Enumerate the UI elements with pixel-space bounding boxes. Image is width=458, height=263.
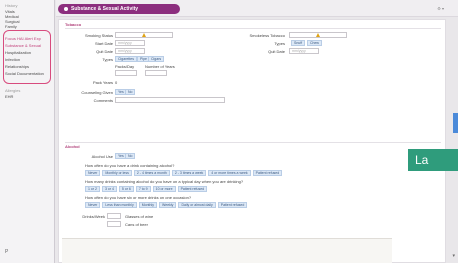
q1-option[interactable]: Patient refused — [252, 170, 283, 176]
sidebar-item-allergies[interactable]: Allergies — [5, 88, 20, 93]
page-title-text: Substance & Sexual Activity — [71, 6, 139, 12]
type-cigars-button[interactable]: Cigars — [148, 56, 165, 62]
q3-option[interactable]: Less than monthly — [102, 202, 137, 208]
quit-date-input-right[interactable]: mm/yyyy — [289, 48, 319, 54]
cans-beer-label: Cans of beer — [125, 222, 148, 227]
q3-option[interactable]: Weekly — [159, 202, 177, 208]
alcohol-no-button[interactable]: No — [125, 153, 136, 159]
counseling-no-button[interactable]: No — [125, 89, 136, 95]
sidebar-item-infection[interactable]: Infection — [5, 57, 20, 62]
q2-option[interactable]: 3 or 4 — [101, 186, 117, 192]
q3-option[interactable]: Monthly — [138, 202, 158, 208]
wine-input[interactable] — [107, 213, 121, 219]
comments-input[interactable] — [115, 97, 225, 103]
alcohol-section-title: Alcohol — [65, 144, 80, 149]
q2-option[interactable]: 1 or 2 — [85, 186, 100, 192]
pack-years-label: Pack Years — [92, 80, 113, 85]
sidebar-item-social-doc[interactable]: Social Documentation — [5, 71, 44, 76]
q2-option[interactable]: Patient refused — [177, 186, 208, 192]
types-label: Types — [102, 57, 113, 62]
alcohol-q2-options: 1 or 2 3 or 4 5 or 6 7 to 9 10 or more P… — [85, 186, 208, 192]
sidebar-item-focus[interactable]: Focus HAI Alert Exp — [5, 36, 41, 41]
tobacco-section-title: Tobacco — [65, 22, 82, 27]
start-date-label: Start Date — [94, 41, 113, 46]
counseling-label: Counseling Given — [81, 90, 113, 95]
q2-option[interactable]: 5 or 6 — [118, 186, 134, 192]
types-label-right: Types — [274, 41, 285, 46]
comments-label: Comments — [93, 98, 113, 103]
alcohol-q1-options: Never Monthly or less 2 - 4 times a mont… — [85, 170, 283, 176]
type-snuff-button[interactable]: Snuff — [291, 40, 306, 46]
glasses-wine-label: Glasses of wine — [125, 214, 154, 219]
title-dot-icon — [64, 6, 68, 11]
sidebar-item-relationships[interactable]: Relationships — [5, 64, 29, 69]
q3-option[interactable]: Never — [85, 202, 101, 208]
q1-option[interactable]: 2 - 3 times a week — [171, 170, 207, 176]
number-years-input[interactable] — [145, 70, 167, 76]
q1-option[interactable]: Monthly or less — [102, 170, 132, 176]
side-tab[interactable] — [453, 113, 458, 133]
type-chew-button[interactable]: Chew — [307, 40, 322, 46]
q3-option[interactable]: Patient refused — [217, 202, 248, 208]
packs-per-day-label: Packs/Day — [115, 64, 135, 69]
q2-option[interactable]: 10 or more — [152, 186, 176, 192]
quit-date-label: Quit Date — [96, 49, 113, 54]
type-cigarettes-button[interactable]: Cigarettes — [115, 56, 137, 62]
sidebar-item-ehr[interactable]: EHR — [5, 94, 13, 99]
warning-icon — [316, 33, 320, 37]
beer-input[interactable] — [107, 221, 121, 227]
alcohol-q1: How often do you have a drink containing… — [85, 163, 175, 168]
sidebar-item-family-2[interactable]: Family — [5, 24, 17, 29]
sidebar-item-substance[interactable]: Substance & Sexual — [5, 43, 41, 48]
main-panel: Tobacco Smoking Status Smokeless Tobacco… — [58, 19, 446, 263]
overlay-badge: La — [408, 149, 458, 171]
q3-option[interactable]: Daily or almost daily — [178, 202, 216, 208]
smoking-status-label: Smoking Status — [84, 33, 113, 38]
packs-per-day-input[interactable] — [115, 70, 137, 76]
sidebar-footer-icon[interactable]: P — [5, 249, 8, 255]
bottom-overlay — [62, 238, 392, 263]
alcohol-q3: How often do you have six or more drinks… — [85, 195, 192, 200]
start-date-input[interactable]: mm/yyyy — [115, 40, 145, 46]
q1-option[interactable]: 4 or more times a week — [208, 170, 251, 176]
number-years-label: Number of Years — [145, 64, 175, 69]
left-sidebar: History Vitals Medical Surgical Family F… — [0, 0, 55, 263]
alcohol-rule — [65, 142, 441, 143]
tobacco-rule — [65, 28, 441, 29]
quit-date-input[interactable]: mm/yyyy — [115, 48, 145, 54]
sidebar-item-heading: History — [5, 3, 18, 8]
q2-option[interactable]: 7 to 9 — [135, 186, 151, 192]
alcohol-q3-options: Never Less than monthly Monthly Weekly D… — [85, 202, 248, 208]
page-title: Substance & Sexual Activity — [58, 4, 180, 14]
scroll-down-icon[interactable]: ▾ — [452, 253, 455, 259]
alcohol-use-label: Alcohol Use — [91, 154, 113, 159]
smokeless-status-label: Smokeless Tobacco — [249, 33, 286, 38]
drinks-week-label: Drinks/Week — [82, 214, 105, 219]
q1-option[interactable]: 2 - 4 times a month — [133, 170, 170, 176]
warning-icon — [142, 33, 146, 37]
alcohol-q2: How many drinks containing alcohol do yo… — [85, 179, 244, 184]
header-icons[interactable]: ⚙ ▾ — [437, 6, 444, 11]
sidebar-item-hospitalization[interactable]: Hospitalization — [5, 50, 31, 55]
q1-option[interactable]: Never — [85, 170, 101, 176]
quit-date-label-right: Quit Date — [268, 49, 285, 54]
pack-years-value: 0 — [115, 80, 118, 85]
